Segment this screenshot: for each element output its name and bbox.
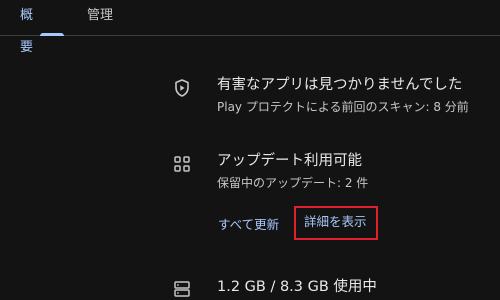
see-details-label: 詳細を表示 xyxy=(304,214,367,229)
updates-subtitle: 保留中のアップデート: 2 件 xyxy=(217,176,369,190)
protect-title: 有害なアプリは見つかりませんでした xyxy=(217,77,463,93)
shield-play-icon xyxy=(172,78,192,98)
tab-manage-label: 管理 xyxy=(87,8,114,23)
updates-title: アップデート利用可能 xyxy=(217,153,362,169)
storage-title: 1.2 GB / 8.3 GB 使用中 xyxy=(217,279,377,295)
protect-subtitle: Play プロテクトによる前回のスキャン: 8 分前 xyxy=(217,100,469,114)
tab-overview[interactable]: 概要 xyxy=(20,0,64,55)
tab-bar: 概要 管理 xyxy=(0,0,500,55)
tab-overview-label: 概要 xyxy=(20,8,34,55)
apps-grid-icon xyxy=(172,154,192,174)
active-tab-indicator xyxy=(40,33,64,36)
tab-manage[interactable]: 管理 xyxy=(87,0,113,35)
see-details-button[interactable]: 詳細を表示 xyxy=(294,206,378,240)
storage-icon xyxy=(172,279,192,299)
update-all-button[interactable]: すべて更新 xyxy=(218,214,279,233)
app-details-page: 概要 管理 有害なアプリは見つかりませんでした Play プロテクトによる前回の… xyxy=(0,0,500,300)
